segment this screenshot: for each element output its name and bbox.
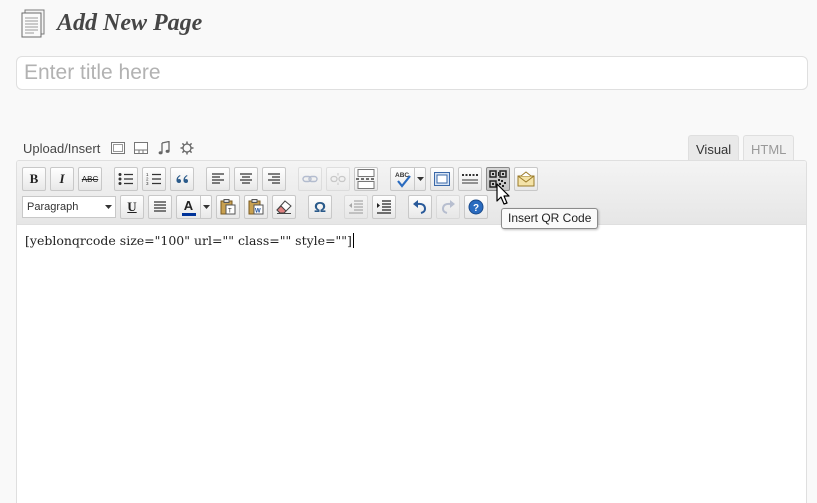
upload-insert-label: Upload/Insert [23, 140, 101, 156]
text-color-button[interactable]: A [176, 195, 200, 219]
align-center-icon [240, 173, 252, 184]
svg-text:T: T [228, 209, 232, 215]
envelope-icon [517, 171, 535, 187]
undo-button[interactable] [408, 195, 432, 219]
editor-content[interactable]: [yeblonqrcode size="100" url="" class=""… [25, 233, 354, 248]
insert-more-button[interactable] [354, 167, 378, 191]
tooltip-insert-qr-code: Insert QR Code [501, 208, 599, 229]
svg-text:?: ? [473, 203, 479, 214]
tab-visual[interactable]: Visual [688, 135, 740, 162]
link-icon [302, 175, 318, 183]
tab-html[interactable]: HTML [743, 135, 795, 162]
media-buttons: Upload/Insert [23, 138, 202, 158]
fullscreen-button[interactable] [430, 167, 454, 191]
help-icon: ? [468, 199, 484, 215]
audio-icon [158, 141, 170, 155]
spellcheck-button[interactable]: ABC [390, 167, 414, 191]
add-media-button[interactable] [179, 140, 195, 156]
spellcheck-split-button: ABC [390, 167, 426, 191]
strikethrough-button[interactable]: ABC [78, 167, 102, 191]
add-video-button[interactable] [133, 140, 149, 156]
pages-icon [21, 9, 45, 38]
content-editor: B I ABC 123 ABC Paragraph U A T W Ω ? [y… [16, 160, 807, 503]
bullet-list-button[interactable] [114, 167, 138, 191]
paste-word-icon: W [248, 199, 264, 215]
align-center-button[interactable] [234, 167, 258, 191]
unlink-icon [330, 173, 346, 185]
add-image-button[interactable] [110, 140, 126, 156]
bold-button[interactable]: B [22, 167, 46, 191]
eraser-icon [276, 200, 292, 214]
redo-button[interactable] [436, 195, 460, 219]
strikethrough-icon: ABC [81, 174, 99, 184]
mouse-cursor-icon [496, 183, 510, 205]
help-button[interactable]: ? [464, 195, 488, 219]
video-icon [134, 142, 149, 154]
text-color-split-button: A [176, 195, 212, 219]
outdent-icon [349, 200, 363, 214]
special-character-button[interactable]: Ω [308, 195, 332, 219]
chevron-down-icon [202, 205, 210, 209]
align-right-icon [268, 173, 280, 184]
align-left-icon [212, 173, 224, 184]
numbered-list-button[interactable]: 123 [142, 167, 166, 191]
text-color-dropdown[interactable] [200, 195, 212, 219]
kitchen-sink-icon [462, 174, 478, 184]
more-tag-icon [356, 169, 376, 189]
format-select-value: Paragraph [27, 201, 79, 213]
page-title: Add New Page [57, 10, 203, 36]
add-audio-button[interactable] [156, 140, 172, 156]
format-select[interactable]: Paragraph [22, 196, 116, 218]
insert-link-button[interactable] [298, 167, 322, 191]
outdent-button[interactable] [344, 195, 368, 219]
indent-button[interactable] [372, 195, 396, 219]
kitchen-sink-button[interactable] [458, 167, 482, 191]
underline-button[interactable]: U [120, 195, 144, 219]
quote-icon [176, 175, 188, 183]
media-icon [180, 141, 194, 155]
spellcheck-dropdown[interactable] [414, 167, 426, 191]
paste-text-icon: T [220, 199, 236, 215]
paste-text-button[interactable]: T [216, 195, 240, 219]
editor-toolbar: B I ABC 123 ABC Paragraph U A T W Ω ? [17, 161, 806, 225]
title-input[interactable] [16, 56, 808, 90]
bold-icon: B [29, 171, 39, 186]
chevron-down-icon [105, 205, 112, 209]
justify-icon [154, 201, 166, 212]
italic-icon: I [59, 171, 65, 186]
text-caret [352, 233, 354, 248]
svg-text:W: W [255, 209, 261, 215]
indent-icon [377, 200, 391, 214]
fullscreen-icon [434, 172, 450, 186]
align-left-button[interactable] [206, 167, 230, 191]
text-color-swatch [181, 212, 196, 216]
align-right-button[interactable] [262, 167, 286, 191]
undo-icon [413, 200, 427, 214]
numbered-list-icon: 123 [146, 172, 161, 186]
underline-icon: U [127, 199, 137, 214]
italic-button[interactable]: I [50, 167, 74, 191]
toolbar-row-1: B I ABC 123 ABC [22, 167, 542, 191]
omega-icon: Ω [313, 198, 327, 216]
justify-button[interactable] [148, 195, 172, 219]
toolbar-row-2: Paragraph U A T W Ω ? [22, 195, 492, 219]
text-color-icon: A [183, 197, 194, 213]
svg-text:3: 3 [146, 181, 149, 186]
spellcheck-icon: ABC [395, 172, 411, 188]
redo-icon [441, 200, 455, 214]
insert-email-button[interactable] [514, 167, 538, 191]
blockquote-button[interactable] [170, 167, 194, 191]
chevron-down-icon [416, 177, 424, 181]
editor-text: [yeblonqrcode size="100" url="" class=""… [25, 233, 352, 248]
bullet-list-icon [118, 173, 133, 185]
image-icon [111, 142, 126, 154]
remove-format-button[interactable] [272, 195, 296, 219]
unlink-button[interactable] [326, 167, 350, 191]
paste-word-button[interactable]: W [244, 195, 268, 219]
